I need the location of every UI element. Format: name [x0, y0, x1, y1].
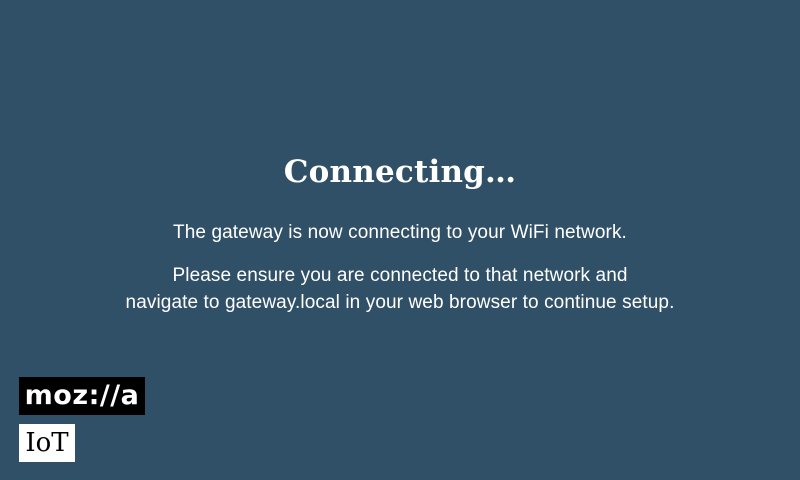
- connecting-panel: Connecting… The gateway is now connectin…: [0, 150, 800, 316]
- connection-status-message: The gateway is now connecting to your Wi…: [173, 222, 627, 243]
- setup-instructions-message: Please ensure you are connected to that …: [125, 265, 675, 313]
- page-title: Connecting…: [283, 154, 517, 190]
- iot-logo: IoT: [19, 424, 75, 462]
- mozilla-logo: moz://a: [19, 377, 145, 415]
